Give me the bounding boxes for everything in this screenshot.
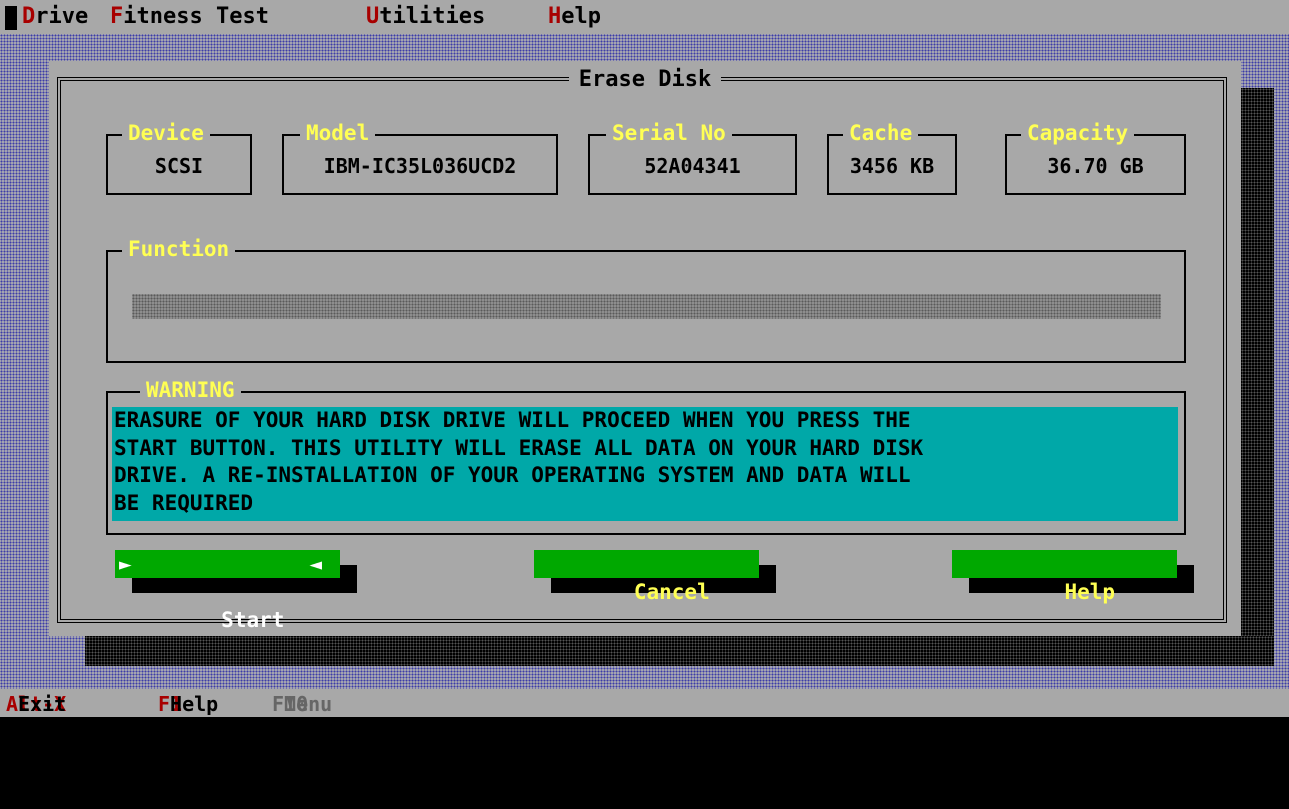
model-field: Model IBM-IC35L036UCD2 bbox=[282, 121, 558, 195]
model-label: Model bbox=[300, 121, 376, 145]
function-label: Function bbox=[122, 237, 236, 261]
start-label: Start bbox=[221, 608, 285, 632]
dialog-title: Erase Disk bbox=[49, 67, 1241, 92]
warning-line: BE REQUIRED bbox=[114, 490, 254, 515]
help-shortcut[interactable]: F1 Help bbox=[158, 689, 218, 719]
cursor-block bbox=[5, 6, 17, 30]
warning-line: ERASURE OF YOUR HARD DISK DRIVE WILL PRO… bbox=[114, 408, 911, 432]
menu-shortcut[interactable]: F10 Menu bbox=[272, 689, 332, 719]
serial-value: 52A04341 bbox=[644, 154, 741, 178]
exit-shortcut[interactable]: Alt-X Exit bbox=[6, 689, 66, 719]
warning-line: DRIVE. A RE-INSTALLATION OF YOUR OPERATI… bbox=[114, 463, 911, 487]
menu-utilities[interactable]: Utilities bbox=[366, 0, 485, 34]
focus-arrow-left-icon: ◄ bbox=[309, 552, 322, 576]
focus-arrow-right-icon: ► bbox=[119, 552, 132, 576]
menu-bar: Drive Fitness Test Utilities Help bbox=[0, 0, 1289, 34]
capacity-value: 36.70 GB bbox=[1047, 154, 1144, 178]
cache-field: Cache 3456 KB bbox=[827, 121, 957, 195]
device-value: SCSI bbox=[154, 154, 204, 178]
erase-progress-bar bbox=[132, 294, 1161, 319]
cache-label: Cache bbox=[843, 121, 919, 145]
start-button[interactable]: ► Start ◄ bbox=[115, 550, 340, 632]
status-bar: Alt-X Exit F1 Help F10 Menu bbox=[0, 689, 1289, 717]
serial-label: Serial No bbox=[606, 121, 732, 145]
warning-message: ERASURE OF YOUR HARD DISK DRIVE WILL PRO… bbox=[112, 407, 1178, 521]
capacity-field: Capacity 36.70 GB bbox=[1005, 121, 1186, 195]
dialog-shadow-right bbox=[1241, 88, 1274, 666]
menu-drive[interactable]: Drive bbox=[22, 0, 88, 34]
erase-disk-dialog: Erase Disk Device SCSI Model IBM-IC35L03… bbox=[49, 61, 1241, 636]
serial-field: Serial No 52A04341 bbox=[588, 121, 797, 195]
help-button[interactable]: Help bbox=[952, 550, 1177, 604]
warning-line: START BUTTON. THIS UTILITY WILL ERASE AL… bbox=[114, 435, 924, 460]
capacity-label: Capacity bbox=[1021, 121, 1135, 145]
cancel-button[interactable]: Cancel bbox=[534, 550, 759, 604]
model-value: IBM-IC35L036UCD2 bbox=[323, 154, 517, 178]
device-label: Device bbox=[122, 121, 210, 145]
warning-group: WARNING ERASURE OF YOUR HARD DISK DRIVE … bbox=[106, 378, 1186, 535]
warning-label: WARNING bbox=[140, 378, 241, 402]
menu-fitness-test[interactable]: Fitness Test bbox=[110, 0, 269, 34]
dialog-shadow-bottom bbox=[85, 636, 1274, 666]
menu-help[interactable]: Help bbox=[548, 0, 601, 34]
cache-value: 3456 KB bbox=[849, 154, 935, 178]
device-field: Device SCSI bbox=[106, 121, 252, 195]
